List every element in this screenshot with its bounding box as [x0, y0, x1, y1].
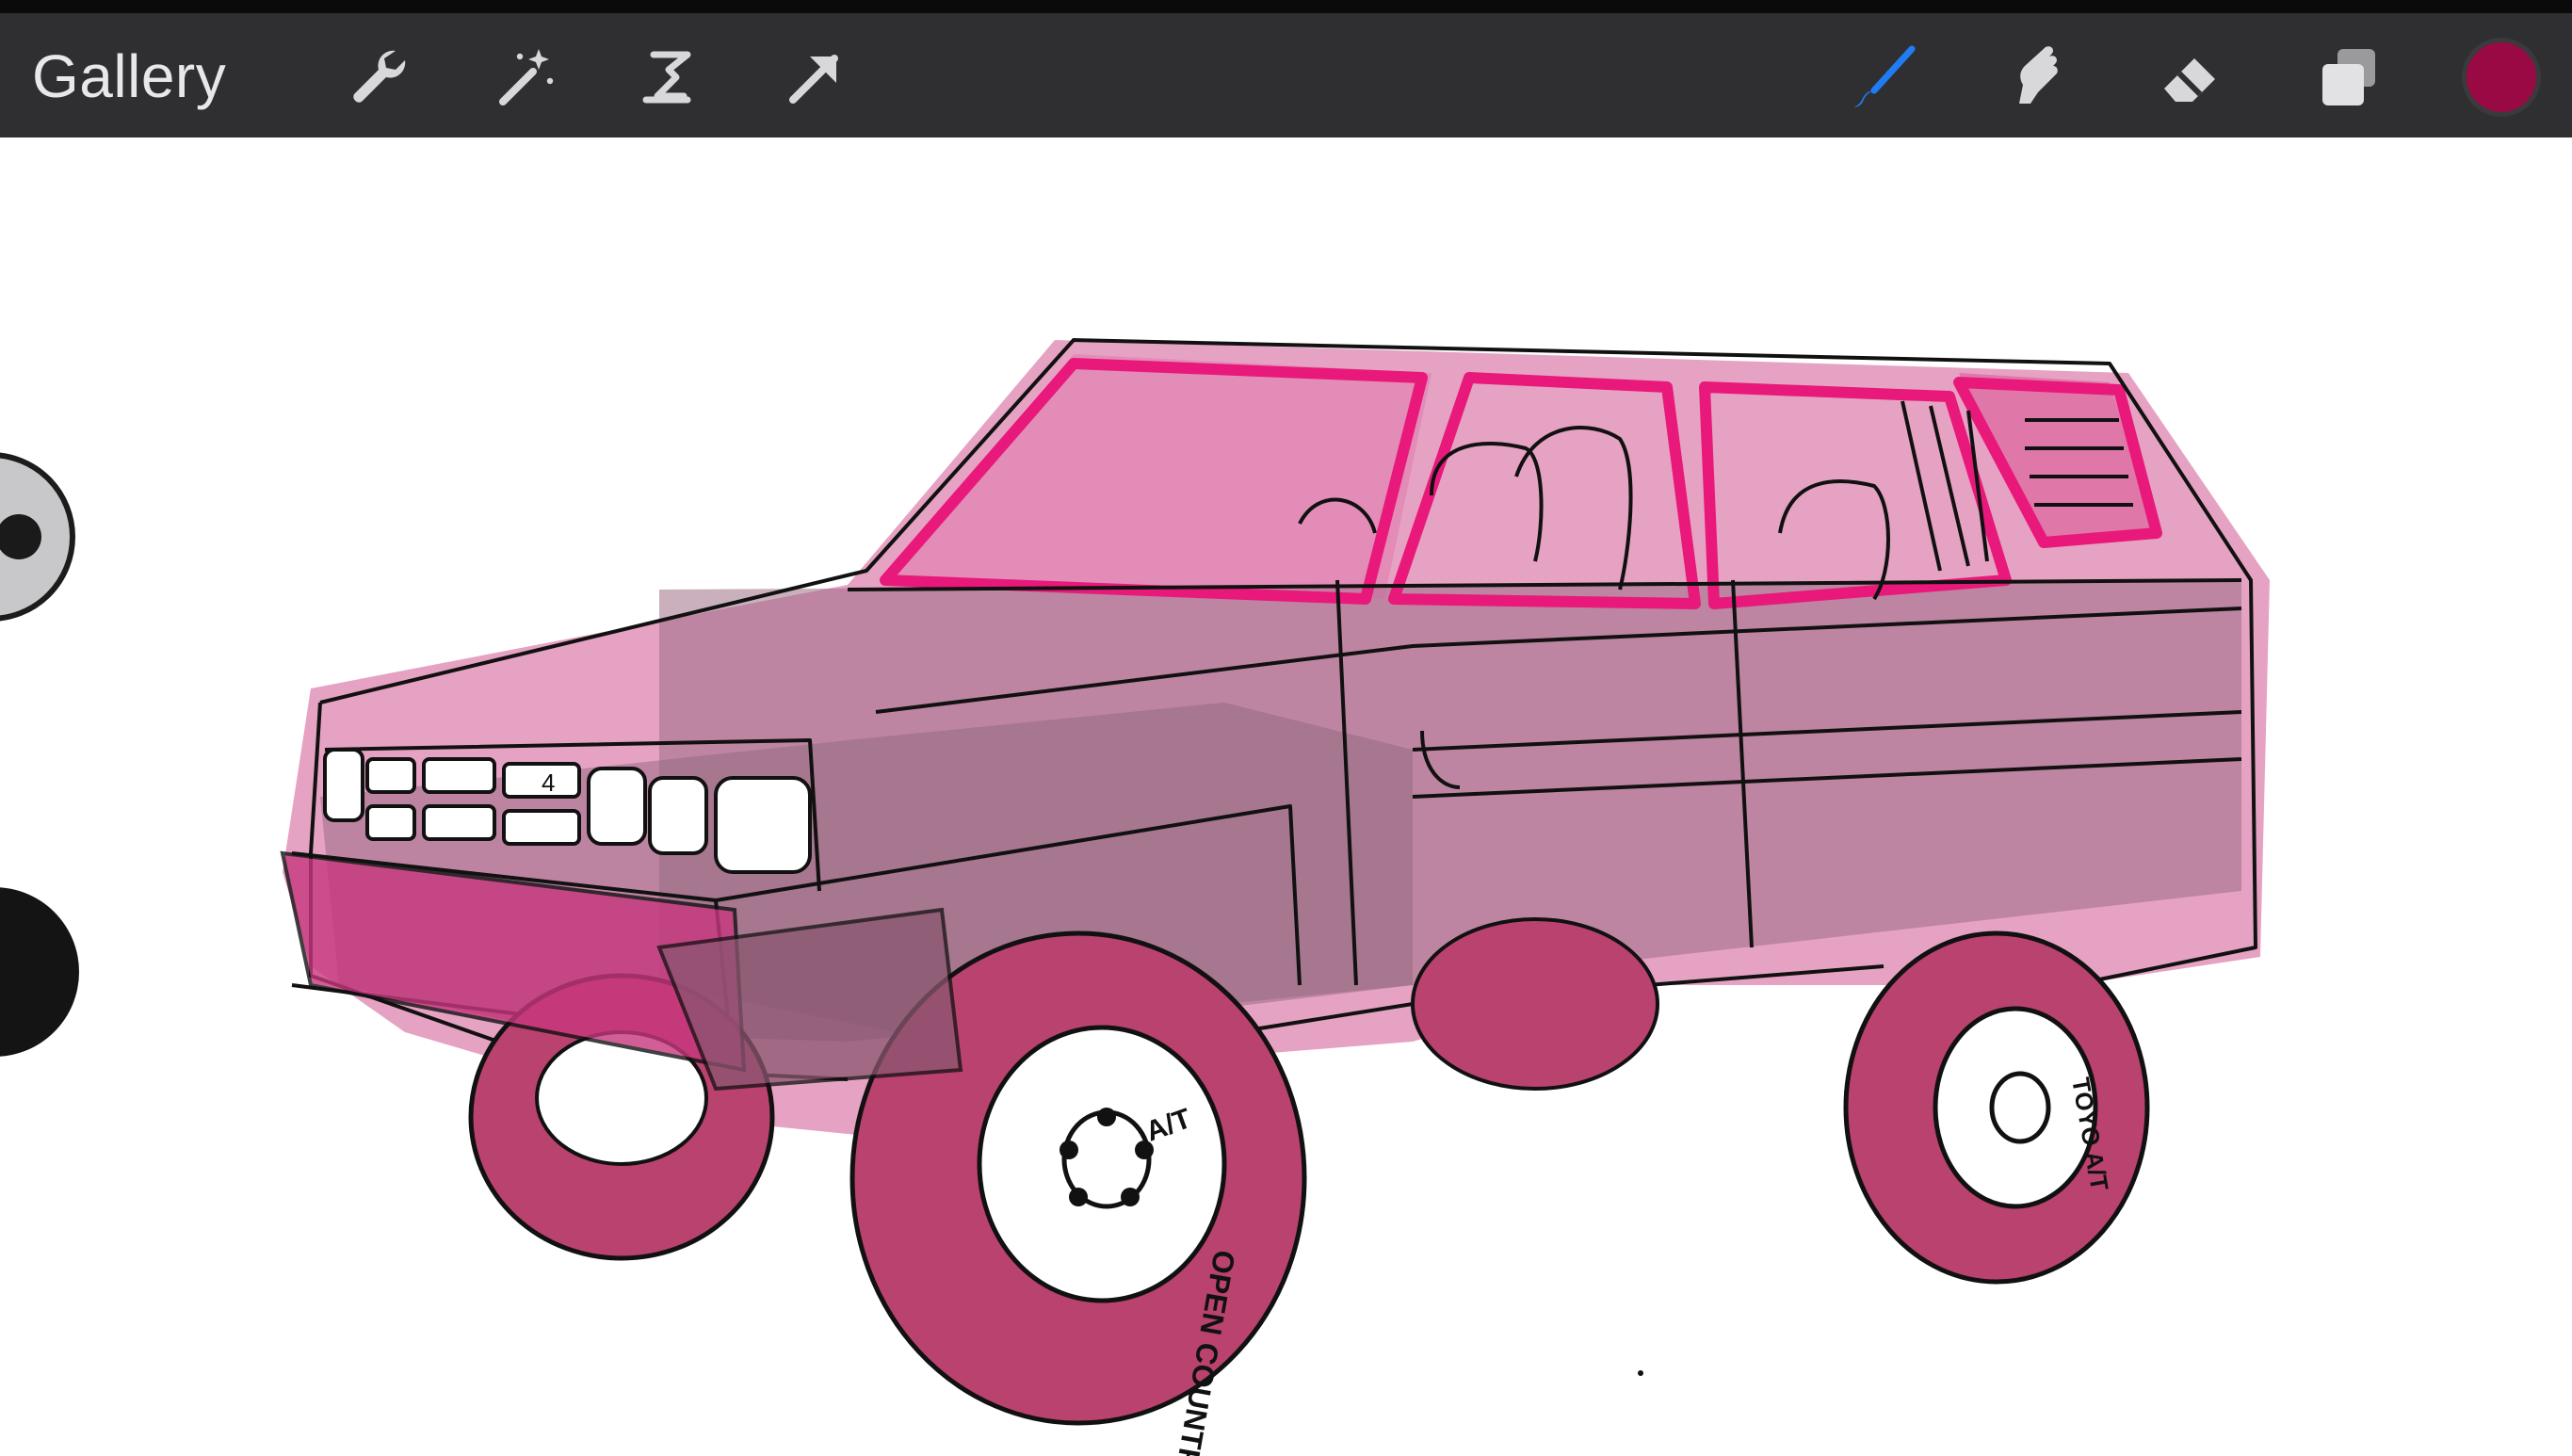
magic-wand-icon[interactable] — [482, 34, 569, 121]
color-swatch-button[interactable] — [2462, 38, 2541, 117]
status-strip — [0, 0, 2572, 13]
arrow-cursor-icon[interactable] — [772, 34, 859, 121]
smudge-finger-icon[interactable] — [1995, 34, 2081, 121]
brush-size-knob[interactable] — [0, 514, 41, 559]
brush-icon[interactable] — [1842, 34, 1929, 121]
drawing-canvas[interactable]: 4 OPEN COUNTRY A/T TOYO A/T — [0, 138, 2572, 1456]
suv-artwork: 4 OPEN COUNTRY A/T TOYO A/T — [280, 338, 2270, 1456]
wrench-icon[interactable] — [333, 34, 420, 121]
layers-icon[interactable] — [2305, 34, 2392, 121]
eraser-icon[interactable] — [2147, 34, 2234, 121]
badge-text: 4 — [542, 768, 555, 797]
gallery-button[interactable]: Gallery — [32, 40, 226, 113]
selection-s-icon[interactable] — [625, 34, 712, 121]
top-toolbar: Gallery — [0, 13, 2572, 138]
